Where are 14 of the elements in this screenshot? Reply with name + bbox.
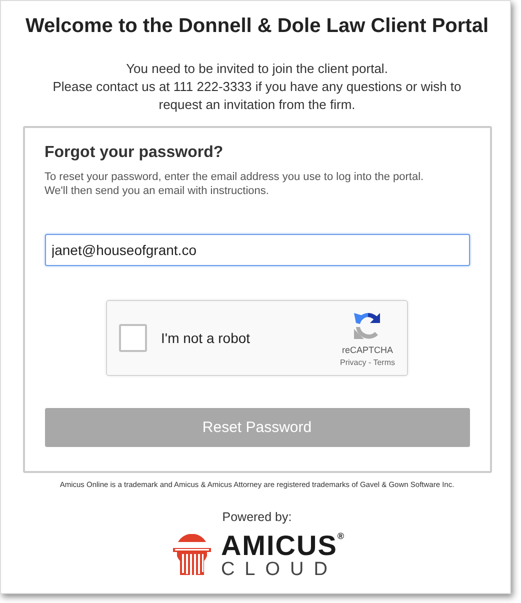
intro-text: Please contact us at 111 222-3333 if you have any questions or wish to request an invitation from the firm. [52,78,462,114]
intro-text: You need to be invited to join the client portal. [126,60,388,78]
logo-tagline: CLOUD [220,560,338,579]
form-heading: Forgot your password? [44,144,224,162]
privacy-terms-links[interactable]: Privacy - Terms [340,358,395,367]
instructions-text: We'll then send you an email with instructions. [44,184,270,198]
instructions-text: To reset your password, enter the email address you use to log into the portal. [44,170,425,184]
page-title: Welcome to the Donnell & Dole Law Client Portal [25,15,489,38]
captcha-brand: reCAPTCHA [342,345,394,355]
logo-wordmark: AMICUS® [220,532,346,560]
captcha-label: I'm not a robot [161,330,252,346]
powered-by-label: Powered by: [222,510,292,524]
email-field[interactable]: janet@houseofgrant.co [44,234,470,266]
captcha-checkbox[interactable] [119,324,147,352]
